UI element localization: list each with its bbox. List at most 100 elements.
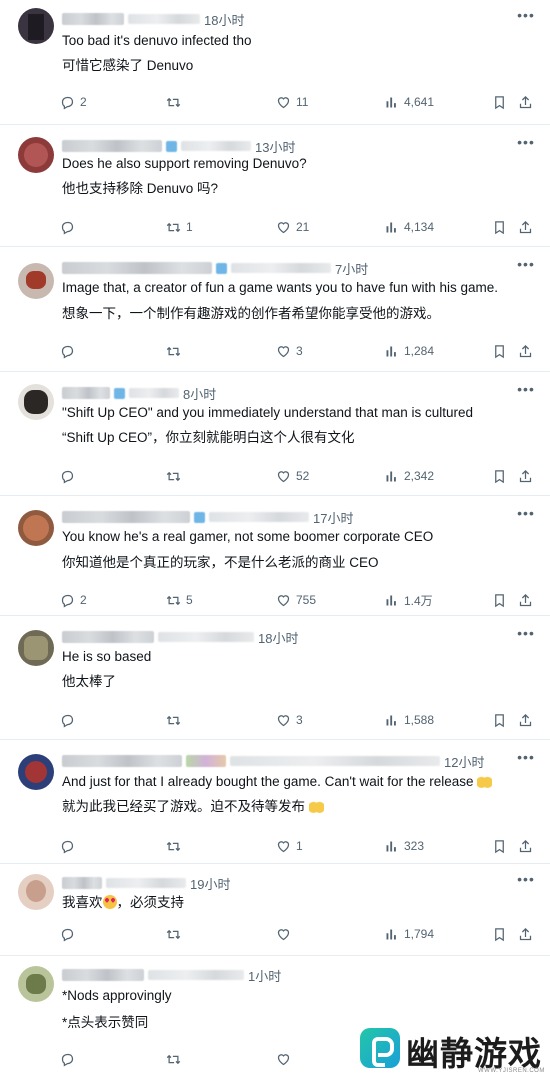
share-button[interactable] (518, 590, 533, 610)
reply-card[interactable]: 17小时 ••• You know he's a real gamer, not… (0, 496, 550, 616)
timestamp[interactable]: 17小时 (313, 508, 353, 527)
avatar[interactable] (18, 630, 54, 666)
more-icon[interactable]: ••• (516, 872, 536, 888)
user-handle[interactable] (148, 970, 244, 980)
like-button[interactable]: 1 (276, 836, 303, 856)
bookmark-button[interactable] (492, 710, 507, 730)
like-button[interactable]: 755 (276, 590, 316, 610)
retweet-button[interactable]: 5 (166, 590, 193, 610)
reply-button[interactable]: 2 (60, 92, 87, 112)
retweet-button[interactable] (166, 466, 186, 486)
views-button[interactable]: 1,588 (384, 710, 434, 730)
user-handle[interactable] (231, 263, 331, 273)
display-name[interactable] (62, 755, 182, 767)
display-name[interactable] (62, 13, 124, 25)
views-button[interactable]: 323 (384, 836, 424, 856)
more-icon[interactable]: ••• (516, 135, 536, 151)
timestamp[interactable]: 7小时 (335, 259, 368, 278)
more-icon[interactable]: ••• (516, 750, 536, 766)
more-icon[interactable]: ••• (516, 8, 536, 24)
display-name[interactable] (62, 969, 144, 981)
views-button[interactable]: 4,134 (384, 217, 434, 237)
reply-card[interactable]: 7小时 ••• Image that, a creator of fun a g… (0, 247, 550, 372)
like-button[interactable] (276, 1049, 291, 1069)
share-button[interactable] (518, 924, 533, 944)
retweet-button[interactable] (166, 1049, 181, 1069)
reply-button[interactable] (60, 466, 80, 486)
more-icon[interactable]: ••• (516, 382, 536, 398)
share-button[interactable] (518, 341, 533, 361)
user-handle[interactable] (129, 388, 179, 398)
views-button[interactable]: 1,794 (384, 924, 434, 944)
reply-card[interactable]: 18小时 ••• Too bad it's denuvo infected th… (0, 0, 550, 125)
avatar[interactable] (18, 384, 54, 420)
user-handle[interactable] (106, 878, 186, 888)
bookmark-button[interactable] (492, 836, 507, 856)
user-handle[interactable] (128, 14, 200, 24)
share-button[interactable] (518, 92, 533, 112)
display-name[interactable] (62, 262, 212, 274)
share-button[interactable] (518, 836, 533, 856)
timestamp[interactable]: 18小时 (258, 628, 298, 647)
reply-card[interactable]: 19小时 ••• 我喜欢 ，必须支持 1,794 (0, 864, 550, 956)
display-name[interactable] (62, 877, 102, 889)
like-button[interactable] (276, 924, 296, 944)
timestamp[interactable]: 8小时 (183, 384, 216, 403)
avatar[interactable] (18, 510, 54, 546)
retweet-button[interactable] (166, 836, 186, 856)
display-name[interactable] (62, 511, 190, 523)
retweet-button[interactable]: 1 (166, 217, 193, 237)
reply-button[interactable] (60, 341, 80, 361)
retweet-button[interactable] (166, 924, 186, 944)
views-button[interactable]: 1,284 (384, 341, 434, 361)
timestamp[interactable]: 19小时 (190, 874, 230, 893)
more-icon[interactable]: ••• (516, 626, 536, 642)
avatar[interactable] (18, 263, 54, 299)
bookmark-button[interactable] (492, 924, 507, 944)
user-handle[interactable] (230, 756, 440, 766)
bookmark-button[interactable] (492, 92, 507, 112)
user-handle[interactable] (209, 512, 309, 522)
avatar[interactable] (18, 137, 54, 173)
more-icon[interactable]: ••• (516, 257, 536, 273)
avatar[interactable] (18, 8, 54, 44)
share-button[interactable] (518, 466, 533, 486)
reply-card[interactable]: 8小时 ••• "Shift Up CEO" and you immediate… (0, 372, 550, 496)
display-name[interactable] (62, 140, 162, 152)
like-button[interactable]: 3 (276, 341, 303, 361)
reply-button[interactable] (60, 217, 80, 237)
user-handle[interactable] (181, 141, 251, 151)
display-name[interactable] (62, 387, 110, 399)
views-button[interactable]: 4,641 (384, 92, 434, 112)
retweet-button[interactable] (166, 710, 186, 730)
avatar[interactable] (18, 874, 54, 910)
like-button[interactable]: 11 (276, 92, 308, 112)
display-name[interactable] (62, 631, 154, 643)
reply-card[interactable]: 18小时 ••• He is so based 他太棒了 3 1,588 (0, 616, 550, 740)
timestamp[interactable]: 12小时 (444, 752, 484, 771)
reply-button[interactable]: 2 (60, 590, 87, 610)
timestamp[interactable]: 18小时 (204, 10, 244, 29)
timestamp[interactable]: 13小时 (255, 137, 295, 156)
bookmark-button[interactable] (492, 341, 507, 361)
timestamp[interactable]: 1小时 (248, 966, 281, 985)
retweet-button[interactable] (166, 341, 186, 361)
bookmark-button[interactable] (492, 590, 507, 610)
share-button[interactable] (518, 710, 533, 730)
retweet-button[interactable] (166, 92, 186, 112)
reply-button[interactable] (60, 836, 80, 856)
avatar[interactable] (18, 966, 54, 1002)
reply-button[interactable] (60, 710, 80, 730)
bookmark-button[interactable] (492, 466, 507, 486)
like-button[interactable]: 21 (276, 217, 309, 237)
like-button[interactable]: 3 (276, 710, 303, 730)
like-button[interactable]: 52 (276, 466, 309, 486)
reply-button[interactable] (60, 924, 80, 944)
more-icon[interactable]: ••• (516, 506, 536, 522)
views-button[interactable]: 1.4万 (384, 590, 433, 610)
reply-button[interactable] (60, 1049, 75, 1069)
reply-card[interactable]: 12小时 ••• And just for that I already bou… (0, 740, 550, 864)
user-handle[interactable] (158, 632, 254, 642)
reply-card[interactable]: 13小时 ••• Does he also support removing D… (0, 125, 550, 247)
share-button[interactable] (518, 217, 533, 237)
